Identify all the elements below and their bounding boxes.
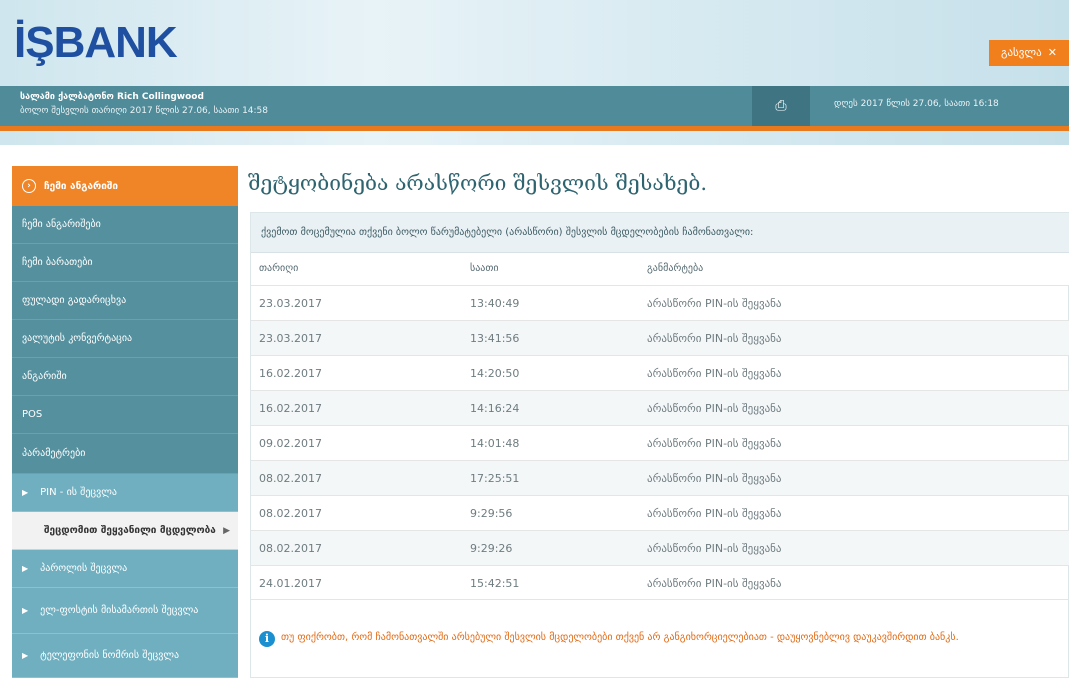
cell-time: 9:29:56: [470, 507, 513, 520]
cell-date: 16.02.2017: [259, 367, 322, 380]
cell-date: 24.01.2017: [259, 577, 322, 590]
cell-time: 13:40:49: [470, 297, 520, 310]
sidebar-item-statement[interactable]: ანგარიში: [12, 358, 238, 396]
cell-time: 15:42:51: [470, 577, 520, 590]
sidebar-item-conversion[interactable]: ვალუტის კონვერტაცია: [12, 320, 238, 358]
sidebar-item-settings[interactable]: პარამეტრები: [12, 434, 238, 474]
cell-date: 16.02.2017: [259, 402, 322, 415]
triangle-right-icon: ▶: [22, 651, 29, 660]
table-row: 24.01.2017 15:42:51 არასწორი PIN-ის შეყვ…: [251, 565, 1069, 600]
cell-time: 14:16:24: [470, 402, 520, 415]
sidebar-item-pos[interactable]: POS: [12, 396, 238, 434]
sidebar-item-label: PIN - ის შეცვლა: [40, 487, 117, 498]
sidebar-subitem-failed-attempts[interactable]: შეცდომით შეყვანილი მცდელობა ▶: [12, 512, 238, 550]
cell-date: 08.02.2017: [259, 472, 322, 485]
sidebar-subitem-pin-change[interactable]: ▶ PIN - ის შეცვლა: [12, 474, 238, 512]
sidebar-item-label: პარამეტრები: [22, 448, 86, 459]
triangle-right-icon: ▶: [22, 564, 29, 573]
user-greeting: სალამი ქალბატონო Rich Collingwood: [20, 92, 204, 102]
cell-time: 13:41:56: [470, 332, 520, 345]
cell-date: 09.02.2017: [259, 437, 322, 450]
sidebar-item-my-account[interactable]: › ჩემი ანგარიში: [12, 166, 238, 206]
failed-login-panel: ქვემოთ მოცემულია თქვენი ბოლო წარუმატებელ…: [250, 212, 1069, 678]
sidebar-subitem-email-change[interactable]: ▶ ელ-ფოსტის მისამართის შეცვლა: [12, 588, 238, 634]
cell-date: 23.03.2017: [259, 332, 322, 345]
user-info: სალამი ქალბატონო Rich Collingwood ბოლო შ…: [20, 90, 268, 118]
cell-time: 14:01:48: [470, 437, 520, 450]
cell-time: 14:20:50: [470, 367, 520, 380]
table-header: თარიღი საათი განმარტება: [251, 253, 1069, 285]
column-header-date: თარიღი: [259, 263, 299, 274]
sidebar-item-label: ჩემი ბარათები: [22, 257, 93, 268]
table-row: 08.02.2017 9:29:26 არასწორი PIN-ის შეყვა…: [251, 530, 1069, 565]
cell-description: არასწორი PIN-ის შეყვანა: [647, 577, 782, 590]
cell-date: 08.02.2017: [259, 542, 322, 555]
page-title: შეტყობინება არასწორი შესვლის შესახებ.: [248, 171, 707, 195]
cell-time: 9:29:26: [470, 542, 513, 555]
isbank-logo[interactable]: İŞBANK: [14, 18, 178, 68]
table-row: 23.03.2017 13:41:56 არასწორი PIN-ის შეყვ…: [251, 320, 1069, 355]
triangle-right-icon: ▶: [22, 606, 29, 615]
table-row: 16.02.2017 14:20:50 არასწორი PIN-ის შეყვ…: [251, 355, 1069, 390]
user-info-bar: სალამი ქალბატონო Rich Collingwood ბოლო შ…: [0, 86, 1069, 126]
warning-note: i თუ ფიქრობთ, რომ ჩამონათვალში არსებული …: [259, 631, 1059, 647]
triangle-right-icon: ▶: [22, 488, 29, 497]
logout-label: გასვლა: [1001, 46, 1042, 59]
table-row: 09.02.2017 14:01:48 არასწორი PIN-ის შეყვ…: [251, 425, 1069, 460]
column-header-description: განმარტება: [647, 263, 704, 274]
table-row: 08.02.2017 17:25:51 არასწორი PIN-ის შეყვ…: [251, 460, 1069, 495]
sidebar-item-label: ელ-ფოსტის მისამართის შეცვლა: [40, 605, 199, 616]
sidebar-item-label: ფულადი გადარიცხვა: [22, 295, 127, 306]
cell-description: არასწორი PIN-ის შეყვანა: [647, 297, 782, 310]
sidebar-subitem-phone-change[interactable]: ▶ ტელეფონის ნომრის შეცვლა: [12, 634, 238, 678]
sidebar-item-transfers[interactable]: ფულადი გადარიცხვა: [12, 282, 238, 320]
cell-date: 23.03.2017: [259, 297, 322, 310]
sidebar-item-cards[interactable]: ჩემი ბარათები: [12, 244, 238, 282]
cell-description: არასწორი PIN-ის შეყვანა: [647, 542, 782, 555]
sidebar-item-label: ვალუტის კონვერტაცია: [22, 333, 133, 344]
logout-button[interactable]: გასვლა ✕: [989, 40, 1069, 66]
cell-description: არასწორი PIN-ის შეყვანა: [647, 437, 782, 450]
sidebar-item-label: პაროლის შეცვლა: [40, 563, 128, 574]
cell-description: არასწორი PIN-ის შეყვანა: [647, 472, 782, 485]
cell-description: არასწორი PIN-ის შეყვანა: [647, 367, 782, 380]
table-row: 08.02.2017 9:29:56 არასწორი PIN-ის შეყვა…: [251, 495, 1069, 530]
sidebar: › ჩემი ანგარიში ჩემი ანგარიშები ჩემი ბარ…: [12, 166, 238, 678]
header-divider: [0, 126, 1069, 131]
table-row: 23.03.2017 13:40:49 არასწორი PIN-ის შეყვ…: [251, 285, 1069, 320]
current-date-time: დღეს 2017 წლის 27.06, საათი 16:18: [834, 99, 999, 109]
arrow-circle-icon: ›: [22, 179, 36, 193]
cell-description: არასწორი PIN-ის შეყვანა: [647, 507, 782, 520]
cell-description: არასწორი PIN-ის შეყვანა: [647, 402, 782, 415]
sidebar-item-accounts[interactable]: ჩემი ანგარიშები: [12, 206, 238, 244]
sidebar-item-label: ჩემი ანგარიშები: [22, 219, 101, 230]
cell-time: 17:25:51: [470, 472, 520, 485]
sidebar-item-label: ტელეფონის ნომრის შეცვლა: [40, 650, 180, 661]
close-icon: ✕: [1047, 46, 1057, 59]
chevron-right-icon: ▶: [223, 525, 230, 536]
cell-description: არასწორი PIN-ის შეყვანა: [647, 332, 782, 345]
sidebar-subitem-password-change[interactable]: ▶ პაროლის შეცვლა: [12, 550, 238, 588]
sidebar-item-label: ჩემი ანგარიში: [44, 180, 119, 192]
print-icon: ⎙: [775, 98, 787, 114]
sidebar-item-label: POS: [22, 409, 43, 420]
last-login: ბოლო შესვლის თარიღი 2017 წლის 27.06, საა…: [20, 106, 269, 116]
sidebar-item-label: ანგარიში: [22, 371, 67, 382]
info-icon: i: [259, 631, 275, 647]
panel-subtitle: ქვემოთ მოცემულია თქვენი ბოლო წარუმატებელ…: [251, 213, 1069, 253]
warning-note-text: თუ ფიქრობთ, რომ ჩამონათვალში არსებული შე…: [281, 632, 959, 643]
column-header-time: საათი: [470, 263, 499, 274]
table-row: 16.02.2017 14:16:24 არასწორი PIN-ის შეყვ…: [251, 390, 1069, 425]
header: İŞBANK გასვლა ✕ სალამი ქალბატონო Rich Col…: [0, 0, 1069, 145]
sidebar-item-label: შეცდომით შეყვანილი მცდელობა: [44, 525, 216, 536]
print-button[interactable]: ⎙: [752, 86, 810, 126]
cell-date: 08.02.2017: [259, 507, 322, 520]
